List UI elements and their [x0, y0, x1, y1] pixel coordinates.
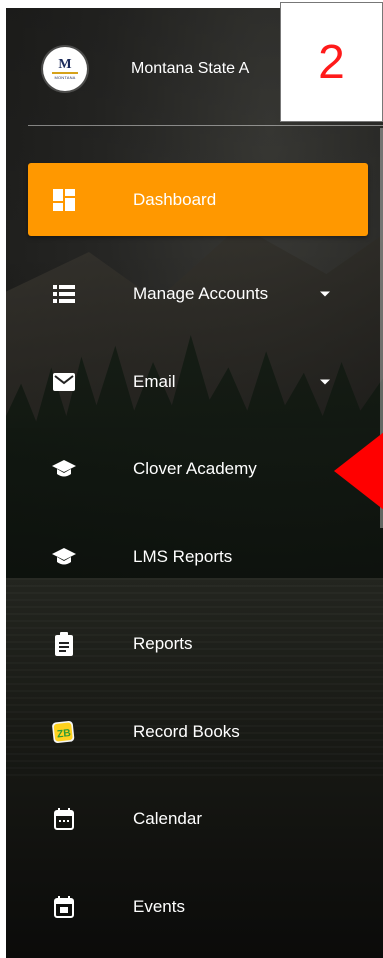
logo-bar	[52, 72, 78, 74]
nav-item-clover-academy[interactable]: Clover Academy	[28, 426, 368, 514]
nav-item-record-books[interactable]: ZB Record Books	[28, 688, 368, 776]
clipboard-icon	[52, 632, 76, 657]
chevron-down-icon[interactable]	[320, 379, 330, 385]
org-name[interactable]: Montana State A	[131, 60, 249, 78]
event-icon	[52, 895, 76, 919]
nav-label-record-books: Record Books	[133, 721, 240, 741]
nav-label-lms-reports: LMS Reports	[133, 546, 233, 566]
dashboard-icon	[52, 188, 76, 212]
nav-label-email: Email	[133, 371, 176, 391]
sidebar: M MONTANA Montana State A Dashboard Mana…	[6, 8, 383, 958]
step-badge: 2	[280, 2, 383, 122]
nav-label-events: Events	[133, 896, 185, 916]
nav-item-dashboard[interactable]: Dashboard	[28, 163, 368, 236]
org-logo[interactable]: M MONTANA	[43, 47, 87, 91]
header-divider	[28, 125, 383, 126]
list-icon	[52, 282, 76, 306]
nav-label-manage-accounts: Manage Accounts	[133, 284, 269, 304]
nav-item-email[interactable]: Email	[28, 338, 368, 426]
nav-label-clover-academy: Clover Academy	[133, 459, 257, 479]
nav-item-lms-reports[interactable]: LMS Reports	[28, 513, 368, 601]
graduation-cap-icon	[52, 457, 76, 481]
step-number: 2	[318, 35, 345, 89]
zb-app-icon: ZB	[52, 720, 76, 744]
chevron-down-icon[interactable]	[320, 291, 330, 297]
nav-item-calendar[interactable]: Calendar	[28, 776, 368, 864]
zb-app-icon-text: ZB	[57, 728, 72, 740]
nav-item-manage-accounts[interactable]: Manage Accounts	[28, 251, 368, 339]
logo-initial: M	[58, 57, 72, 72]
sidebar-nav: Dashboard Manage Accounts Email Clover A…	[28, 163, 368, 951]
nav-label-dashboard: Dashboard	[133, 189, 217, 209]
nav-label-calendar: Calendar	[133, 809, 202, 829]
logo-text: MONTANA	[54, 75, 76, 80]
nav-item-reports[interactable]: Reports	[28, 601, 368, 689]
nav-label-reports: Reports	[133, 634, 193, 654]
graduation-cap-icon	[52, 545, 76, 569]
calendar-icon	[52, 807, 76, 831]
envelope-icon	[52, 370, 76, 394]
nav-item-events[interactable]: Events	[28, 863, 368, 951]
